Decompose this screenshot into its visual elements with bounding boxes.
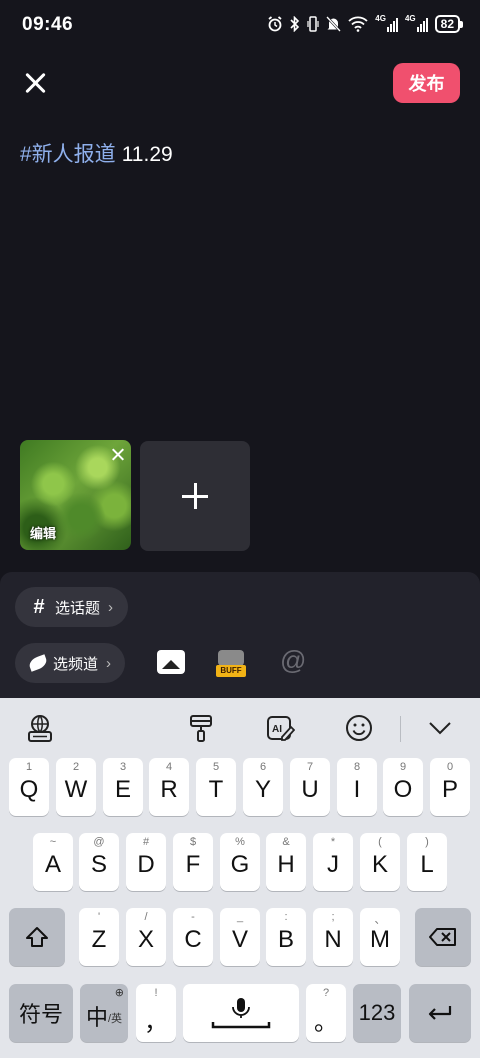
shift-key[interactable] — [9, 908, 65, 966]
post-text-field[interactable]: #新人报道 11.29 — [20, 138, 173, 168]
wifi-icon — [348, 14, 368, 34]
buff-icon[interactable]: BUFF — [216, 650, 246, 678]
emoji-icon[interactable] — [344, 712, 374, 744]
signal-4g-icon: 4G — [375, 14, 398, 34]
ai-write-icon[interactable]: AI — [264, 712, 296, 744]
battery-icon: 82 — [434, 15, 464, 33]
status-bar: 09:46 4G 4G 82 — [0, 0, 480, 50]
channel-icon — [27, 654, 49, 672]
key-s[interactable]: @ S — [79, 833, 119, 891]
key-t[interactable]: 5T — [196, 758, 236, 816]
mute-icon — [326, 14, 342, 34]
key-v[interactable]: _ V — [220, 908, 260, 966]
mention-at-icon[interactable]: @ — [280, 645, 306, 676]
globe-icon: ⊕ — [114, 987, 124, 999]
space-key[interactable] — [183, 984, 299, 1042]
remove-image-icon[interactable] — [107, 444, 129, 466]
add-image-button[interactable] — [140, 441, 250, 551]
key-b[interactable]: :B — [266, 908, 306, 966]
key-e[interactable]: 3E — [103, 758, 143, 816]
key-f[interactable]: $ F — [173, 833, 213, 891]
alarm-icon — [267, 14, 283, 34]
select-channel-label: 选频道 — [53, 655, 99, 673]
bluetooth-icon — [290, 14, 300, 34]
buff-label: BUFF — [216, 665, 246, 677]
signal-4g-icon-2: 4G — [405, 14, 428, 34]
key-h[interactable]: & H — [266, 833, 306, 891]
key-y[interactable]: 6Y — [243, 758, 283, 816]
image-thumbnail[interactable]: 编辑 — [20, 440, 131, 550]
hashtag-new-member[interactable]: #新人报道 — [20, 143, 116, 166]
select-topic-button[interactable]: # 选话题 › — [15, 587, 128, 627]
key-k[interactable]: (K — [360, 833, 400, 891]
edit-image-button[interactable]: 编辑 — [30, 523, 56, 542]
buff-camera-shape — [218, 650, 244, 666]
close-icon[interactable] — [22, 70, 50, 98]
publish-button[interactable]: 发布 — [393, 63, 460, 103]
key-l[interactable]: ) L — [407, 833, 447, 891]
svg-text:AI: AI — [272, 724, 282, 735]
key-c[interactable]: -C — [173, 908, 213, 966]
key-p[interactable]: 0P — [430, 758, 470, 816]
keyboard-skin-icon[interactable] — [186, 712, 216, 744]
keyboard: AI 1Q 2W 3E 4R 5T 6Y 7U 8I 9O 0P ~ A @ S #… — [0, 698, 480, 1058]
enter-icon — [409, 984, 471, 1042]
key-o[interactable]: 9O — [383, 758, 423, 816]
image-picker-icon[interactable] — [157, 650, 185, 674]
select-topic-label: 选话题 — [55, 599, 101, 617]
chevron-right-icon: › — [106, 654, 112, 672]
key-g[interactable]: % G — [220, 833, 260, 891]
key-n[interactable]: ; N — [313, 908, 353, 966]
chevron-down-icon[interactable] — [426, 712, 454, 744]
key-i[interactable]: 8I — [337, 758, 377, 816]
status-time: 09:46 — [22, 14, 74, 35]
period-key[interactable]: ?。 — [306, 984, 346, 1042]
key-u[interactable]: 7U — [290, 758, 330, 816]
shift-icon — [9, 908, 65, 966]
vibrate-icon — [307, 14, 319, 34]
language-switch-key[interactable]: ⊕ 中 /英 — [80, 984, 128, 1042]
enter-key[interactable] — [409, 984, 471, 1042]
chevron-right-icon: › — [108, 598, 114, 616]
key-w[interactable]: 2W — [56, 758, 96, 816]
tools-panel: # 选话题 › 选频道 › — [0, 572, 480, 698]
numbers-key[interactable]: 123 — [353, 984, 401, 1042]
status-icons: 4G 4G 82 — [267, 14, 464, 34]
key-a[interactable]: ~ A — [33, 833, 73, 891]
backspace-key[interactable] — [415, 908, 471, 966]
backspace-icon — [415, 908, 471, 966]
key-j[interactable]: * J — [313, 833, 353, 891]
hashtag-icon: # — [33, 595, 45, 618]
key-z[interactable]: ' Z — [79, 908, 119, 966]
toolbar-divider — [400, 716, 401, 742]
key-x[interactable]: / X — [126, 908, 166, 966]
symbols-key[interactable]: 符号 — [9, 984, 73, 1042]
select-channel-button[interactable]: 选频道 › — [15, 643, 125, 683]
comma-key[interactable]: !， — [136, 984, 176, 1042]
key-q[interactable]: 1Q — [9, 758, 49, 816]
key-d[interactable]: # D — [126, 833, 166, 891]
keyboard-settings-icon[interactable] — [24, 712, 56, 744]
key-m[interactable]: 、 M — [360, 908, 400, 966]
key-r[interactable]: 4R — [149, 758, 189, 816]
microphone-icon — [183, 984, 299, 1042]
post-date-text: 11.29 — [121, 143, 173, 166]
